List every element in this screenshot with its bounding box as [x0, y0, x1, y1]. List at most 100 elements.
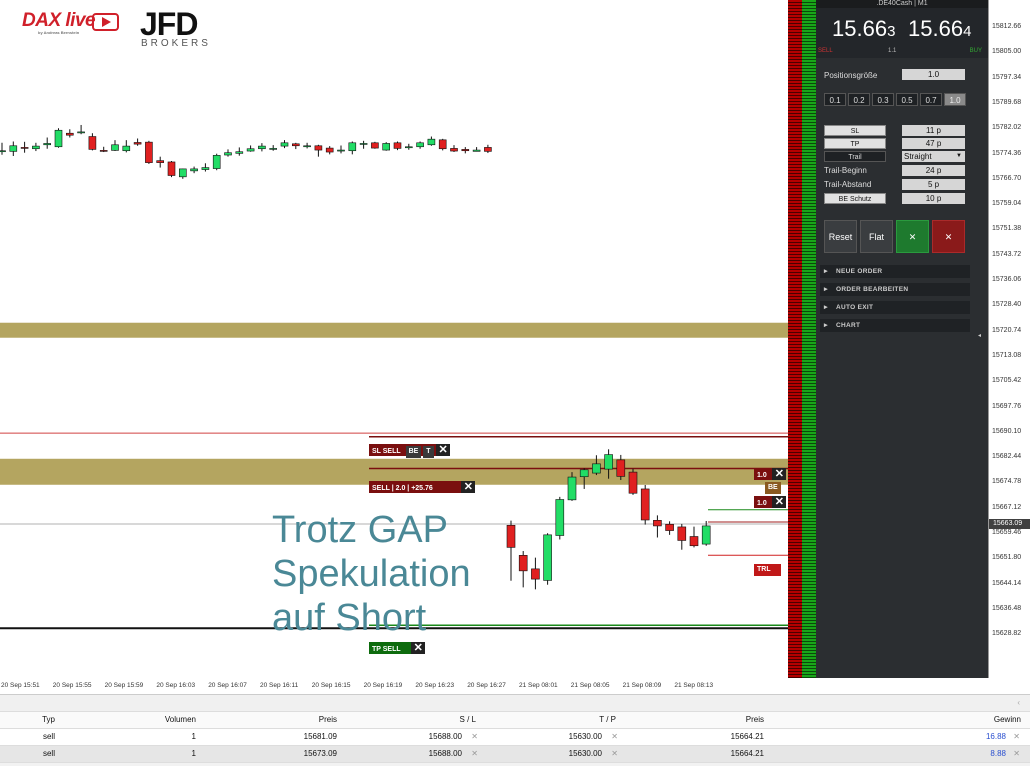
day1-candle [88, 136, 97, 150]
day1-candle [54, 129, 63, 148]
day1-candle [371, 142, 379, 149]
lot-tag-bottom-label: 1.0 [757, 500, 767, 507]
lot-button-0.3[interactable]: 0.3 [872, 93, 894, 106]
trail-mode-select[interactable]: Straight ▼ [902, 151, 965, 162]
lot-tag-bottom[interactable]: 1.0 ✕ [754, 496, 786, 508]
spread-value: 1.1 [888, 48, 897, 54]
price-axis-label: 15636.48 [992, 604, 1022, 612]
price-axis-label: 15659.46 [992, 529, 1022, 536]
day2-candle [604, 454, 613, 470]
table-header: Typ Volumen Preis S / L T / P Preis Gewi… [0, 712, 1030, 729]
table-toolbar: ‹ [0, 695, 1030, 712]
row-preis: 15681.09 [303, 732, 337, 741]
be-schutz-button[interactable]: BE Schutz [824, 193, 886, 204]
buy-button[interactable]: ✕ [896, 220, 929, 253]
price-axis-label: 15682.44 [992, 453, 1022, 461]
scroll-left-icon[interactable]: ‹ [1017, 698, 1020, 707]
lot-button-1.0[interactable]: 1.0 [944, 93, 966, 106]
collapse-panel-icon[interactable]: ◂ [978, 332, 981, 339]
day1-candle [258, 145, 266, 150]
trail-tag-button[interactable]: T [423, 446, 434, 458]
remove-sl-icon[interactable]: ✕ [470, 732, 478, 741]
close-position-icon[interactable]: ✕ [1012, 749, 1020, 758]
sl-sell-tag[interactable]: SL SELL BE T ✕ [369, 444, 450, 458]
close-icon[interactable]: ✕ [410, 642, 425, 654]
flat-button[interactable]: Flat [860, 220, 893, 253]
lot-button-0.5[interactable]: 0.5 [896, 93, 918, 106]
close-icon[interactable]: ✕ [435, 444, 450, 456]
chart-annotation: Trotz GAP Spekulation auf Short [272, 508, 471, 640]
row-preis2: 15664.21 [730, 732, 764, 741]
menu-auto-exit[interactable]: AUTO EXIT [820, 301, 970, 314]
remove-sl-icon[interactable]: ✕ [470, 749, 478, 758]
trailing-stop-tag[interactable]: TRL [754, 564, 781, 576]
ask-price[interactable]: 15.664 [908, 16, 971, 42]
remove-tp-icon[interactable]: ✕ [610, 749, 618, 758]
trail-toggle-button[interactable]: Trail [824, 151, 886, 162]
ask-small: 4 [963, 23, 972, 40]
sell-button[interactable]: ✕ [932, 220, 965, 253]
day2-candle [567, 476, 577, 501]
day1-candle [32, 145, 40, 150]
day1-candle [314, 145, 323, 151]
close-icon: ✕ [944, 232, 953, 242]
menu-order-bearbeiten[interactable]: ORDER BEARBEITEN [820, 283, 970, 296]
time-axis-label: 20 Sep 16:27 [467, 682, 506, 689]
position-size-field[interactable]: 1.0 [902, 69, 965, 80]
row-typ: sell [42, 732, 55, 741]
be-tag-button[interactable]: BE [405, 446, 422, 458]
table-row[interactable]: sell 1 15673.09 15688.00 ✕ 15630.00 ✕ 15… [0, 746, 1030, 763]
menu-neue-order[interactable]: NEUE ORDER [820, 265, 970, 278]
day1-candle [212, 155, 221, 169]
sell-position-tag[interactable]: SELL | 2.0 | +25.76 ✕ [369, 481, 475, 493]
day1-candle [235, 151, 244, 154]
tp-toggle-button[interactable]: TP [824, 138, 886, 149]
check-icon: ✕ [908, 232, 917, 242]
day1-candle [461, 149, 470, 152]
reset-button[interactable]: Reset [824, 220, 857, 253]
lot-button-0.2[interactable]: 0.2 [848, 93, 870, 106]
row-preis2: 15664.21 [730, 749, 764, 758]
day1-candle [179, 168, 187, 178]
positions-table: ‹ Typ Volumen Preis S / L T / P Preis Ge… [0, 694, 1030, 766]
lot-button-0.7[interactable]: 0.7 [920, 93, 942, 106]
tp-field[interactable]: 47 p [902, 138, 965, 149]
jfd-subtitle: BROKERS [141, 38, 211, 49]
symbol-header: .DE40Cash | M1 [816, 0, 988, 8]
day1-candle [190, 168, 198, 172]
table-row[interactable]: sell 1 15681.09 15688.00 ✕ 15630.00 ✕ 15… [0, 729, 1030, 746]
sl-field[interactable]: 11 p [902, 125, 965, 136]
price-axis-label: 15720.74 [992, 326, 1022, 334]
play-icon [92, 13, 119, 31]
tp-sell-tag[interactable]: TP SELL ✕ [369, 642, 425, 654]
close-icon[interactable]: ✕ [771, 468, 786, 480]
time-axis-label: 20 Sep 16:23 [415, 682, 455, 689]
close-icon[interactable]: ✕ [771, 496, 786, 508]
close-icon[interactable]: ✕ [460, 481, 475, 493]
col-volumen: Volumen [164, 715, 196, 724]
time-axis-label: 21 Sep 08:13 [674, 682, 714, 689]
lot-button-0.1[interactable]: 0.1 [824, 93, 846, 106]
day1-candle [280, 142, 289, 147]
day1-candle [111, 144, 119, 151]
bid-price[interactable]: 15.663 [832, 16, 895, 42]
sell-volume-bar [788, 0, 802, 678]
trail-abstand-field[interactable]: 5 p [902, 179, 965, 190]
trail-beginn-field[interactable]: 24 p [902, 165, 965, 176]
row-volumen: 1 [191, 732, 196, 741]
price-axis-label: 15667.12 [992, 503, 1022, 511]
current-price-label: 15663.09 [989, 519, 1030, 529]
be-schutz-field[interactable]: 10 p [902, 193, 965, 204]
sl-toggle-button[interactable]: SL [824, 125, 886, 136]
col-preis2: Preis [745, 715, 764, 724]
close-position-icon[interactable]: ✕ [1012, 732, 1020, 741]
be-tag-right[interactable]: BE [765, 482, 781, 494]
trail-mode-value: Straight [904, 152, 932, 161]
time-axis-label: 20 Sep 15:51 [1, 682, 40, 689]
col-gewinn: Gewinn [993, 715, 1021, 724]
price-axis-label: 15751.38 [992, 225, 1022, 233]
remove-tp-icon[interactable]: ✕ [610, 732, 618, 741]
sell-position-label: SELL | 2.0 | +25.76 [372, 485, 433, 492]
menu-chart[interactable]: CHART [820, 319, 970, 332]
lot-tag-top[interactable]: 1.0 ✕ [754, 468, 786, 480]
